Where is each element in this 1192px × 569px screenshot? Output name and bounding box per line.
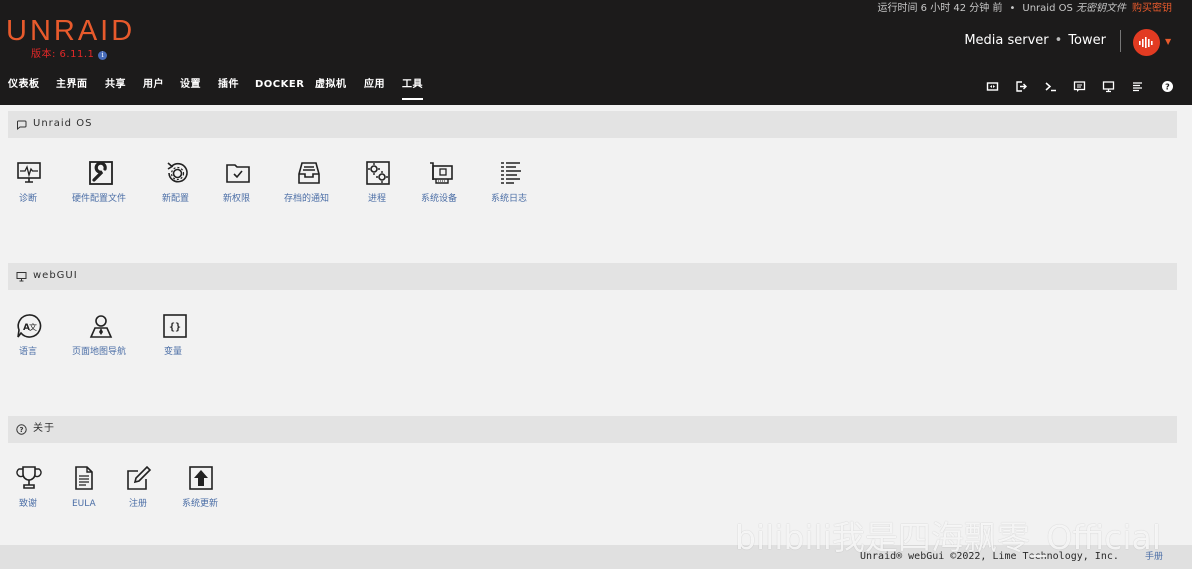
braces-icon: {}	[163, 314, 187, 338]
tile-label: 存档的通知	[284, 194, 330, 204]
svg-text:文: 文	[29, 322, 37, 332]
log-lines-icon	[501, 162, 521, 184]
tile-label: 页面地图导航	[72, 347, 127, 357]
question-circle-icon: ?	[16, 424, 27, 435]
edit-pencil-icon	[127, 465, 152, 490]
tile-label: 新权限	[223, 194, 251, 204]
tile-label: 硬件配置文件	[72, 194, 127, 204]
nav-vms[interactable]: 虚拟机	[315, 78, 347, 92]
nav-main[interactable]: 主界面	[56, 78, 88, 92]
app-header: UNRAID 版本: 6.11.1 i 运行时间 6 小时 42 分钟 前 • Unr…	[0, 0, 1192, 105]
tile-label: EULA	[72, 499, 96, 509]
pci-card-icon	[430, 162, 453, 184]
nav-users[interactable]: 用户	[143, 78, 164, 92]
tile-label: 系统设备	[421, 194, 458, 204]
document-icon	[75, 466, 93, 490]
svg-text:?: ?	[1165, 83, 1170, 92]
version-label: 版本: 6.11.1 i	[31, 49, 108, 61]
os-name: Unraid OS	[1022, 3, 1073, 14]
switch-language-icon[interactable]	[986, 80, 999, 93]
chat-bubble-icon	[16, 120, 27, 130]
nav-settings[interactable]: 设置	[180, 78, 201, 92]
tile-label: 新配置	[162, 194, 190, 204]
process-gears-icon	[366, 161, 390, 185]
display-icon[interactable]	[1102, 80, 1115, 93]
section-title: webGUI	[33, 270, 78, 281]
tile-variables[interactable]: {} 变量	[140, 313, 210, 363]
monitor-pulse-icon	[17, 162, 41, 183]
unraid-logo[interactable]: UNRAID	[6, 15, 135, 47]
log-icon[interactable]	[1131, 80, 1144, 93]
feedback-icon[interactable]	[1073, 80, 1086, 93]
folder-check-icon	[226, 164, 250, 183]
tile-hardware-profile[interactable]: 硬件配置文件	[70, 160, 140, 210]
trophy-icon	[16, 466, 42, 489]
tile-new-permissions[interactable]: 新权限	[210, 160, 280, 210]
buy-key-link[interactable]: 购买密钥	[1132, 3, 1172, 14]
user-map-icon	[89, 315, 113, 338]
archive-tray-icon	[298, 162, 320, 184]
nav-apps[interactable]: 应用	[364, 78, 385, 92]
svg-text:?: ?	[19, 426, 23, 434]
tile-label: 语言	[19, 347, 38, 357]
tile-page-map[interactable]: 页面地图导航	[70, 313, 140, 363]
video-watermark: bilibili我是四海飘零_Official	[735, 518, 1161, 557]
nav-shares[interactable]: 共享	[105, 78, 126, 92]
tile-label: 变量	[164, 347, 183, 357]
tile-label: 系统更新	[182, 499, 219, 509]
section-unraid-os: Unraid OS	[8, 111, 1177, 138]
language-translate-icon: A 文	[17, 314, 42, 338]
reset-gear-icon	[167, 162, 188, 183]
tile-label: 诊断	[19, 194, 38, 204]
key-status-link[interactable]: 无密钥文件	[1076, 3, 1126, 14]
tile-new-config[interactable]: 新配置	[140, 160, 210, 210]
nav-dashboard[interactable]: 仪表板	[8, 78, 40, 92]
section-title: 关于	[33, 423, 55, 434]
logout-icon[interactable]	[1015, 80, 1028, 93]
nav-tools[interactable]: 工具	[402, 78, 423, 100]
user-avatar[interactable]	[1133, 29, 1160, 56]
server-description: Media server	[964, 33, 1049, 48]
upload-arrow-icon	[189, 466, 213, 490]
tile-diagnostics[interactable]: 诊断	[0, 160, 70, 210]
tile-processes[interactable]: 进程	[350, 160, 420, 210]
help-icon[interactable]: ?	[1161, 80, 1174, 93]
uptime-text: 运行时间 6 小时 42 分钟 前	[877, 3, 1003, 14]
tile-label: 注册	[129, 499, 148, 509]
info-icon[interactable]: i	[98, 51, 108, 60]
nav-docker[interactable]: DOCKER	[255, 78, 304, 92]
top-status-line: 运行时间 6 小时 42 分钟 前 • Unraid OS 无密钥文件 购买密钥	[877, 3, 1173, 14]
wrench-box-icon	[89, 161, 113, 185]
tile-label: 进程	[368, 194, 387, 204]
tile-archived-notifications[interactable]: 存档的通知	[280, 160, 350, 210]
section-title: Unraid OS	[33, 118, 93, 129]
chevron-down-icon[interactable]: ▼	[1165, 37, 1171, 47]
tile-label: 致谢	[19, 499, 38, 509]
server-identity: Media server • Tower	[964, 33, 1106, 48]
nav-plugins[interactable]: 插件	[218, 78, 239, 92]
tile-system-log[interactable]: 系统日志	[490, 160, 560, 210]
monitor-icon	[16, 272, 27, 282]
unraid-avatar-icon	[1139, 37, 1153, 48]
svg-text:{}: {}	[169, 322, 181, 333]
section-about: ? 关于	[8, 416, 1177, 443]
header-divider	[1120, 30, 1121, 52]
tile-label: 系统日志	[491, 194, 528, 204]
section-webgui: webGUI	[8, 263, 1177, 290]
server-name: Tower	[1068, 33, 1106, 48]
tile-system-devices[interactable]: 系统设备	[420, 160, 490, 210]
tile-language[interactable]: A 文 语言	[0, 313, 70, 363]
terminal-icon[interactable]	[1044, 80, 1057, 93]
tile-system-update[interactable]: 系统更新	[170, 465, 240, 515]
